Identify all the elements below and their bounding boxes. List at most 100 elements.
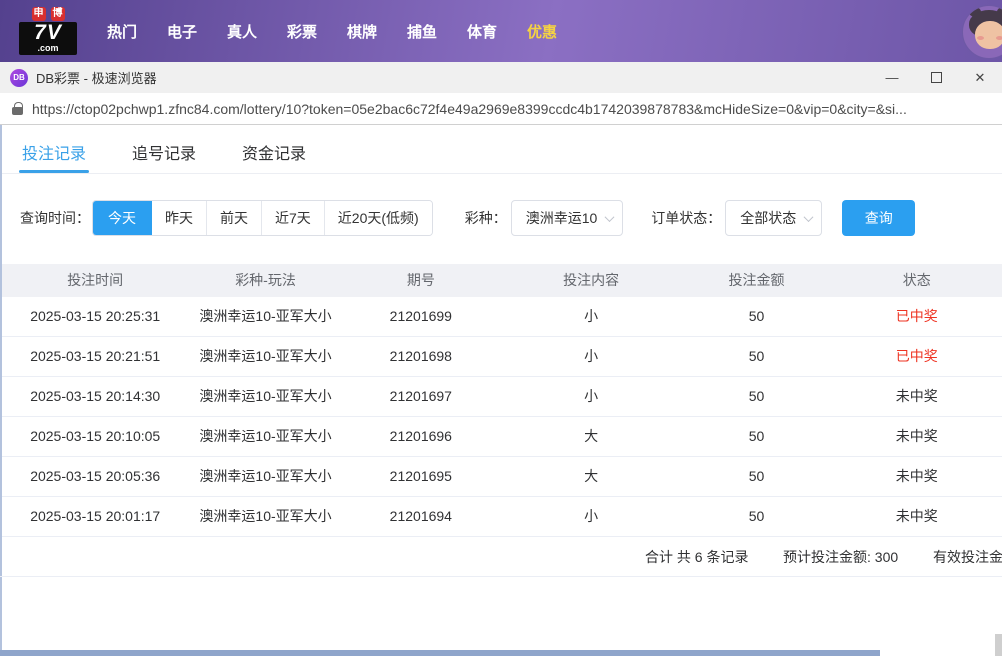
cell-game-play: 澳洲幸运10-亚军大小	[190, 297, 340, 336]
cell-bet-content: 小	[501, 337, 681, 376]
cell-issue: 21201697	[341, 377, 501, 416]
url-text[interactable]: https://ctop02pchwp1.zfnc84.com/lottery/…	[32, 101, 907, 117]
col-bet-time: 投注时间	[0, 264, 190, 297]
tab-fund-records[interactable]: 资金记录	[242, 125, 306, 173]
cell-bet-time: 2025-03-15 20:10:05	[0, 417, 190, 456]
vertical-scrollbar-thumb[interactable]	[995, 634, 1002, 656]
nav-item-live[interactable]: 真人	[212, 21, 272, 42]
summary-total-count: 合计 共 6 条记录	[645, 537, 748, 577]
cell-bet-time: 2025-03-15 20:01:17	[0, 497, 190, 536]
time-option-20days[interactable]: 近20天(低频)	[324, 201, 432, 235]
site-logo[interactable]: 申 博 7V .com	[18, 7, 78, 55]
cell-bet-amount: 50	[681, 497, 831, 536]
summary-valid-amount: 有效投注金	[933, 537, 1002, 577]
cell-bet-time: 2025-03-15 20:25:31	[0, 297, 190, 336]
avatar-face	[975, 21, 1002, 49]
cell-issue: 21201695	[341, 457, 501, 496]
cell-bet-amount: 50	[681, 337, 831, 376]
cell-bet-amount: 50	[681, 377, 831, 416]
logo-plate: 7V .com	[19, 22, 77, 55]
col-game-play: 彩种-玩法	[190, 264, 340, 297]
chevron-down-icon	[605, 212, 615, 222]
cell-bet-time: 2025-03-15 20:21:51	[0, 337, 190, 376]
window-app-icon: DB	[10, 69, 28, 87]
cell-game-play: 澳洲幸运10-亚军大小	[190, 377, 340, 416]
cell-status: 未中奖	[832, 497, 1002, 536]
minimize-icon: —	[886, 70, 899, 85]
order-status-select[interactable]: 全部状态	[725, 200, 822, 236]
logo-badges: 申 博	[32, 7, 65, 21]
cell-status: 已中奖	[832, 297, 1002, 336]
logo-badge-shen: 申	[32, 7, 46, 21]
table-header: 投注时间 彩种-玩法 期号 投注内容 投注金额 状态	[0, 264, 1002, 297]
col-bet-amount: 投注金额	[681, 264, 831, 297]
cell-bet-content: 小	[501, 497, 681, 536]
logo-badge-bo: 博	[51, 7, 65, 21]
lottery-type-value: 澳洲幸运10	[526, 208, 598, 228]
logo-sub-text: .com	[21, 44, 75, 55]
logo-main-text: 7V	[21, 22, 75, 44]
order-status-value: 全部状态	[740, 208, 796, 228]
table-row: 2025-03-15 20:21:51 澳洲幸运10-亚军大小 21201698…	[0, 337, 1002, 377]
summary-expected-amount: 预计投注金额: 300	[783, 537, 898, 577]
tab-chase-records[interactable]: 追号记录	[132, 125, 196, 173]
nav-item-hot[interactable]: 热门	[92, 21, 152, 42]
cell-game-play: 澳洲幸运10-亚军大小	[190, 337, 340, 376]
search-button[interactable]: 查询	[842, 200, 915, 236]
cell-game-play: 澳洲幸运10-亚军大小	[190, 497, 340, 536]
close-button[interactable]: ✕	[958, 62, 1002, 93]
cell-status: 未中奖	[832, 377, 1002, 416]
cell-bet-content: 大	[501, 457, 681, 496]
cell-issue: 21201694	[341, 497, 501, 536]
cell-status: 已中奖	[832, 337, 1002, 376]
cell-bet-content: 大	[501, 417, 681, 456]
cell-game-play: 澳洲幸运10-亚军大小	[190, 457, 340, 496]
cell-issue: 21201698	[341, 337, 501, 376]
avatar-blush-right	[996, 36, 1002, 40]
time-option-7days[interactable]: 近7天	[261, 201, 324, 235]
table-row: 2025-03-15 20:14:30 澳洲幸运10-亚军大小 21201697…	[0, 377, 1002, 417]
maximize-button[interactable]	[914, 62, 958, 93]
cell-status: 未中奖	[832, 417, 1002, 456]
nav-item-lottery[interactable]: 彩票	[272, 21, 332, 42]
nav-item-fishing[interactable]: 捕鱼	[392, 21, 452, 42]
maximize-icon	[931, 72, 942, 83]
table-row: 2025-03-15 20:01:17 澳洲幸运10-亚军大小 21201694…	[0, 497, 1002, 537]
time-range-group: 今天 昨天 前天 近7天 近20天(低频)	[92, 200, 433, 236]
table-row: 2025-03-15 20:25:31 澳洲幸运10-亚军大小 21201699…	[0, 297, 1002, 337]
order-status-label: 订单状态：	[651, 208, 721, 228]
nav-menu: 热门 电子 真人 彩票 棋牌 捕鱼 体育 优惠	[92, 21, 572, 42]
lottery-type-label: 彩种：	[465, 208, 507, 228]
col-status: 状态	[832, 264, 1002, 297]
horizontal-scrollbar[interactable]	[0, 650, 880, 656]
cell-game-play: 澳洲幸运10-亚军大小	[190, 417, 340, 456]
url-bar[interactable]: https://ctop02pchwp1.zfnc84.com/lottery/…	[0, 93, 1002, 125]
cell-bet-time: 2025-03-15 20:14:30	[0, 377, 190, 416]
user-avatar[interactable]	[962, 5, 1002, 59]
cell-status: 未中奖	[832, 457, 1002, 496]
col-bet-content: 投注内容	[501, 264, 681, 297]
nav-item-cards[interactable]: 棋牌	[332, 21, 392, 42]
minimize-button[interactable]: —	[870, 62, 914, 93]
time-option-day-before[interactable]: 前天	[206, 201, 261, 235]
window-title: DB彩票 - 极速浏览器	[36, 68, 157, 87]
col-issue: 期号	[341, 264, 501, 297]
tab-bet-records[interactable]: 投注记录	[22, 125, 86, 173]
cell-bet-amount: 50	[681, 457, 831, 496]
close-icon: ✕	[975, 70, 986, 86]
cell-bet-amount: 50	[681, 417, 831, 456]
table-summary-row: 合计 共 6 条记录 预计投注金额: 300 有效投注金	[0, 537, 1002, 577]
page-content: 投注记录 追号记录 资金记录 查询时间： 今天 昨天 前天 近7天 近20天(低…	[0, 125, 1002, 656]
query-time-label: 查询时间：	[20, 208, 90, 228]
cell-bet-amount: 50	[681, 297, 831, 336]
nav-item-slots[interactable]: 电子	[152, 21, 212, 42]
site-nav: 申 博 7V .com 热门 电子 真人 彩票 棋牌 捕鱼 体育 优惠	[0, 0, 1002, 62]
time-option-yesterday[interactable]: 昨天	[152, 201, 206, 235]
table-row: 2025-03-15 20:05:36 澳洲幸运10-亚军大小 21201695…	[0, 457, 1002, 497]
filter-bar: 查询时间： 今天 昨天 前天 近7天 近20天(低频) 彩种： 澳洲幸运10 订…	[0, 200, 1002, 236]
avatar-blush-left	[977, 36, 984, 40]
nav-item-promo[interactable]: 优惠	[512, 21, 572, 42]
lottery-type-select[interactable]: 澳洲幸运10	[511, 200, 624, 236]
nav-item-sports[interactable]: 体育	[452, 21, 512, 42]
time-option-today[interactable]: 今天	[92, 200, 152, 236]
